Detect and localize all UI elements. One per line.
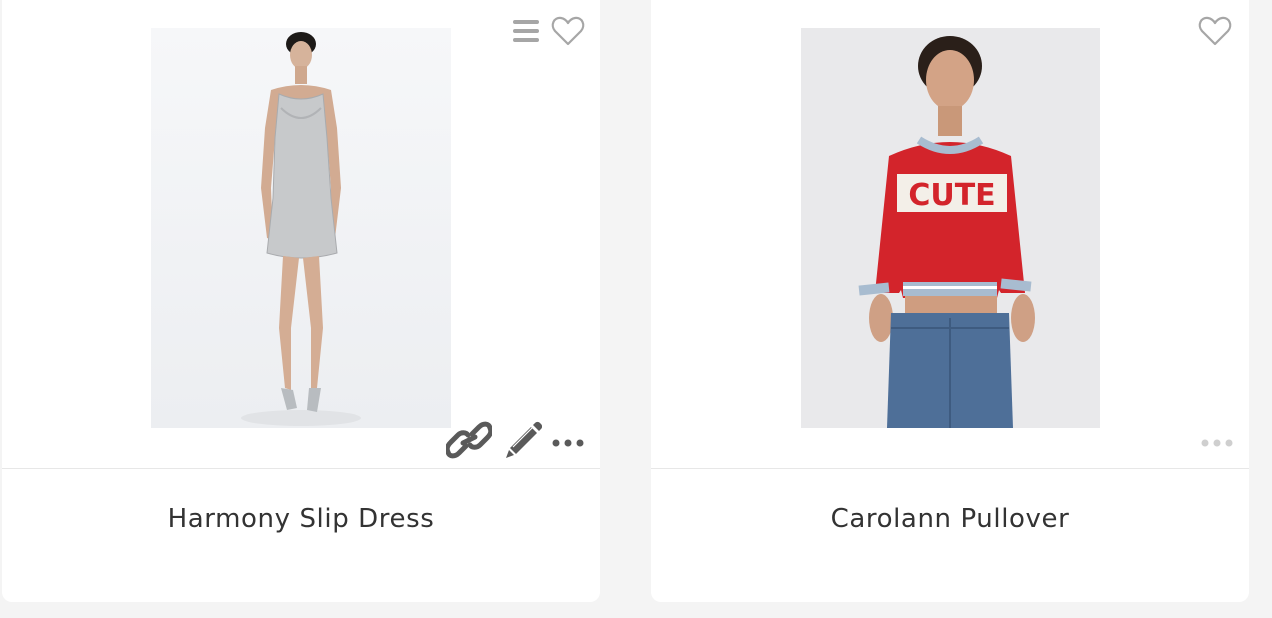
sweater-text: CUTE (908, 178, 995, 213)
product-card[interactable]: Harmony Slip Dress (2, 0, 600, 602)
link-icon[interactable] (446, 420, 492, 460)
product-grid: Harmony Slip Dress CUTE Carolann Pullove… (0, 0, 1272, 618)
pencil-icon[interactable] (504, 420, 542, 460)
more-icon[interactable] (1201, 437, 1233, 449)
more-icon[interactable] (552, 436, 584, 450)
card-divider (2, 468, 600, 469)
product-title[interactable]: Carolann Pullover (651, 504, 1249, 534)
product-card[interactable]: CUTE Carolann Pullover (651, 0, 1249, 602)
heart-icon[interactable] (551, 15, 585, 47)
product-title[interactable]: Harmony Slip Dress (2, 504, 600, 534)
product-image[interactable]: CUTE (801, 28, 1100, 428)
heart-icon[interactable] (1198, 15, 1232, 47)
card-divider (651, 468, 1249, 469)
dress-photo (241, 32, 361, 426)
menu-icon[interactable] (511, 17, 541, 45)
pullover-photo: CUTE (858, 36, 1035, 428)
product-image[interactable] (151, 28, 451, 428)
